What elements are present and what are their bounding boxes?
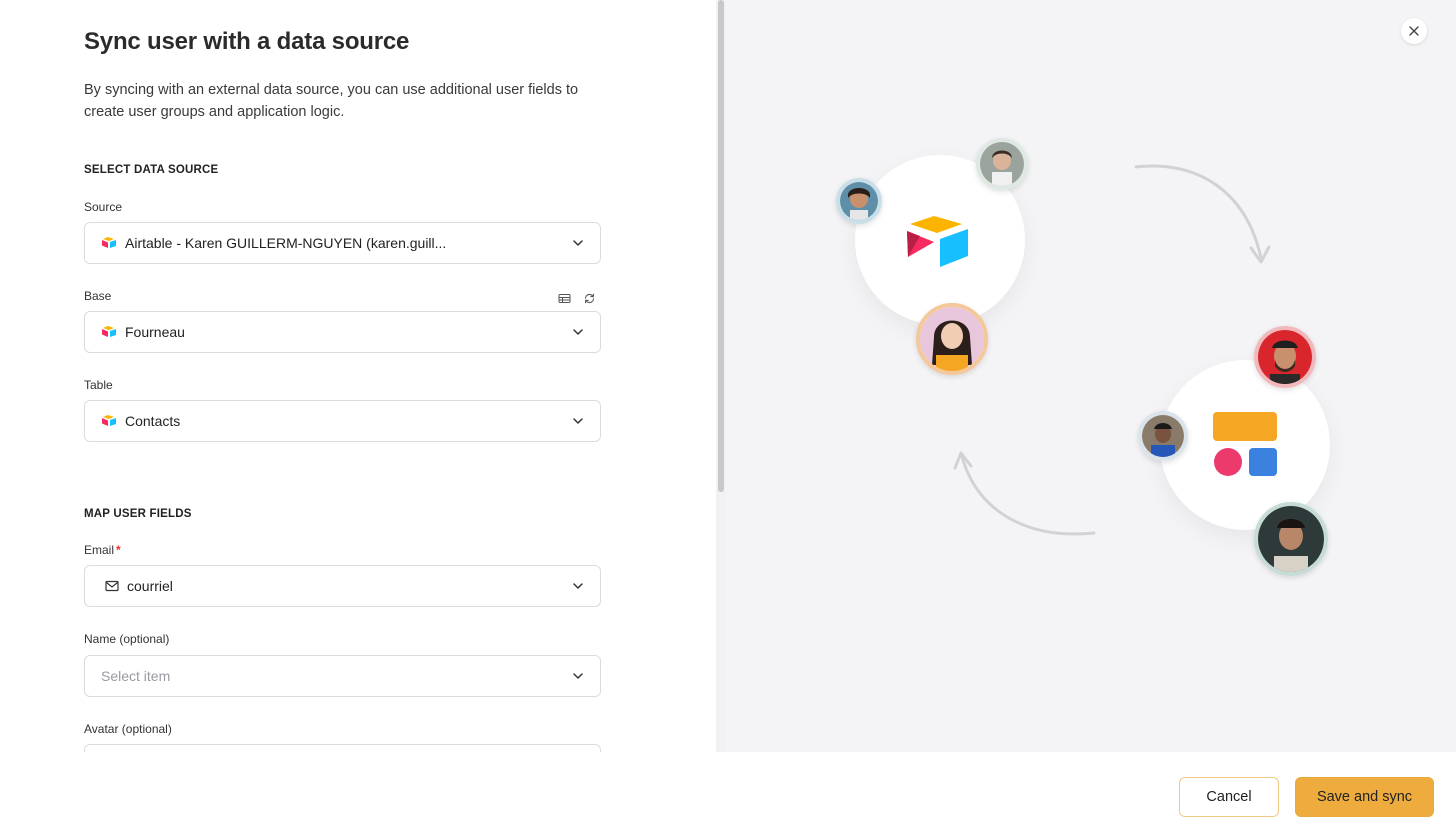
name-select[interactable]: Select item: [84, 655, 601, 697]
app-logo-icon: [1213, 412, 1277, 476]
avatar-woman-1: [836, 178, 882, 224]
avatar-man-1: [1254, 326, 1316, 388]
select-data-source-heading: SELECT DATA SOURCE: [84, 164, 219, 176]
chevron-down-icon: [573, 418, 583, 424]
sync-arrows-illustration: [953, 164, 1271, 536]
dialog-description: By syncing with an external data source,…: [84, 82, 579, 120]
avatar-man-3: [1254, 502, 1328, 576]
airtable-icon: [102, 237, 116, 248]
chevron-down-icon: [573, 673, 583, 679]
name-placeholder: Select item: [101, 668, 171, 684]
base-select[interactable]: Fourneau: [84, 311, 601, 353]
email-select[interactable]: courriel: [84, 565, 601, 607]
table-value: Contacts: [125, 413, 181, 429]
base-value: Fourneau: [125, 324, 185, 340]
table-view-icon[interactable]: [558, 292, 571, 305]
email-label-text: Email: [84, 543, 115, 557]
email-value: courriel: [127, 578, 173, 594]
save-and-sync-button[interactable]: Save and sync: [1295, 777, 1434, 817]
required-mark: *: [116, 543, 121, 557]
close-button[interactable]: [1401, 18, 1427, 44]
chevron-down-icon: [573, 583, 583, 589]
base-label: Base: [84, 289, 112, 303]
source-label: Source: [84, 200, 123, 214]
table-label: Table: [84, 378, 113, 392]
avatar-woman-2: [976, 138, 1028, 190]
airtable-logo-icon: [907, 216, 968, 267]
chevron-down-icon: [573, 329, 583, 335]
close-icon: [1409, 26, 1419, 36]
source-select[interactable]: Airtable - Karen GUILLERM-NGUYEN (karen.…: [84, 222, 601, 264]
avatar-man-2: [1138, 411, 1188, 461]
refresh-icon[interactable]: [583, 292, 596, 305]
chevron-down-icon: [573, 240, 583, 246]
avatar-select[interactable]: [84, 744, 601, 752]
form-pane: Sync user with a data source By syncing …: [0, 0, 716, 752]
avatar-label: Avatar (optional): [84, 722, 172, 736]
email-label: Email *: [84, 543, 121, 557]
dialog-title: Sync user with a data source: [84, 28, 410, 55]
table-select[interactable]: Contacts: [84, 400, 601, 442]
airtable-icon: [102, 415, 116, 426]
illustration-pane: [726, 0, 1456, 752]
avatar-woman-3: [916, 303, 988, 375]
base-actions: [558, 292, 596, 305]
source-value: Airtable - Karen GUILLERM-NGUYEN (karen.…: [125, 235, 447, 251]
cancel-button[interactable]: Cancel: [1179, 777, 1279, 817]
map-user-fields-heading: MAP USER FIELDS: [84, 508, 192, 520]
scrollbar-thumb[interactable]: [718, 0, 724, 492]
envelope-icon: [105, 580, 119, 592]
airtable-icon: [102, 326, 116, 337]
name-label: Name (optional): [84, 632, 170, 646]
